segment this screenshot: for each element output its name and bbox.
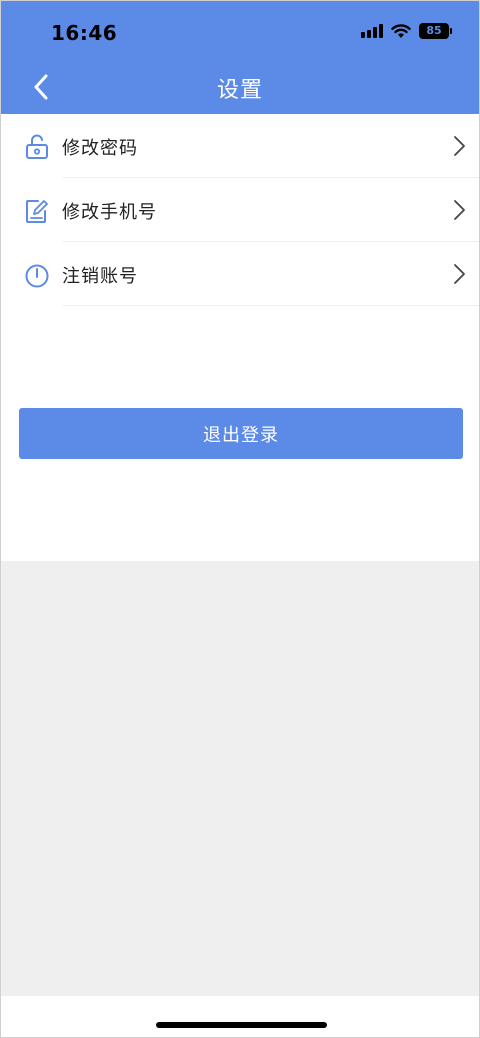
settings-menu: 修改密码 修改手机号 注销账号 bbox=[1, 114, 479, 306]
header: 16:46 85 设置 bbox=[1, 1, 479, 114]
menu-item-delete-account[interactable]: 注销账号 bbox=[1, 242, 479, 306]
page-title: 设置 bbox=[216, 78, 263, 103]
divider bbox=[62, 305, 479, 306]
power-icon bbox=[25, 264, 49, 288]
wifi-icon bbox=[391, 23, 411, 39]
home-indicator[interactable] bbox=[156, 1022, 327, 1028]
status-time: 16:46 bbox=[51, 21, 118, 45]
menu-item-label: 注销账号 bbox=[62, 266, 138, 287]
battery-icon: 85 bbox=[419, 23, 452, 39]
logout-button[interactable]: 退出登录 bbox=[19, 408, 463, 459]
edit-icon bbox=[26, 200, 48, 223]
unlock-icon bbox=[26, 134, 48, 159]
signal-icon bbox=[361, 24, 383, 38]
chevron-right-icon bbox=[454, 264, 465, 284]
menu-item-change-password[interactable]: 修改密码 bbox=[1, 114, 479, 178]
status-bar: 16:46 85 bbox=[1, 1, 479, 61]
menu-item-change-phone[interactable]: 修改手机号 bbox=[1, 178, 479, 242]
app-frame: 16:46 85 设置 修改密码 修改手机号 注销账号 退出登录 bbox=[0, 0, 480, 1038]
chevron-right-icon bbox=[454, 136, 465, 156]
chevron-right-icon bbox=[454, 200, 465, 220]
menu-item-label: 修改密码 bbox=[62, 138, 138, 159]
nav-bar: 设置 bbox=[1, 61, 479, 114]
menu-item-label: 修改手机号 bbox=[62, 202, 157, 223]
status-icons: 85 bbox=[361, 23, 452, 39]
empty-background-area bbox=[1, 561, 479, 996]
